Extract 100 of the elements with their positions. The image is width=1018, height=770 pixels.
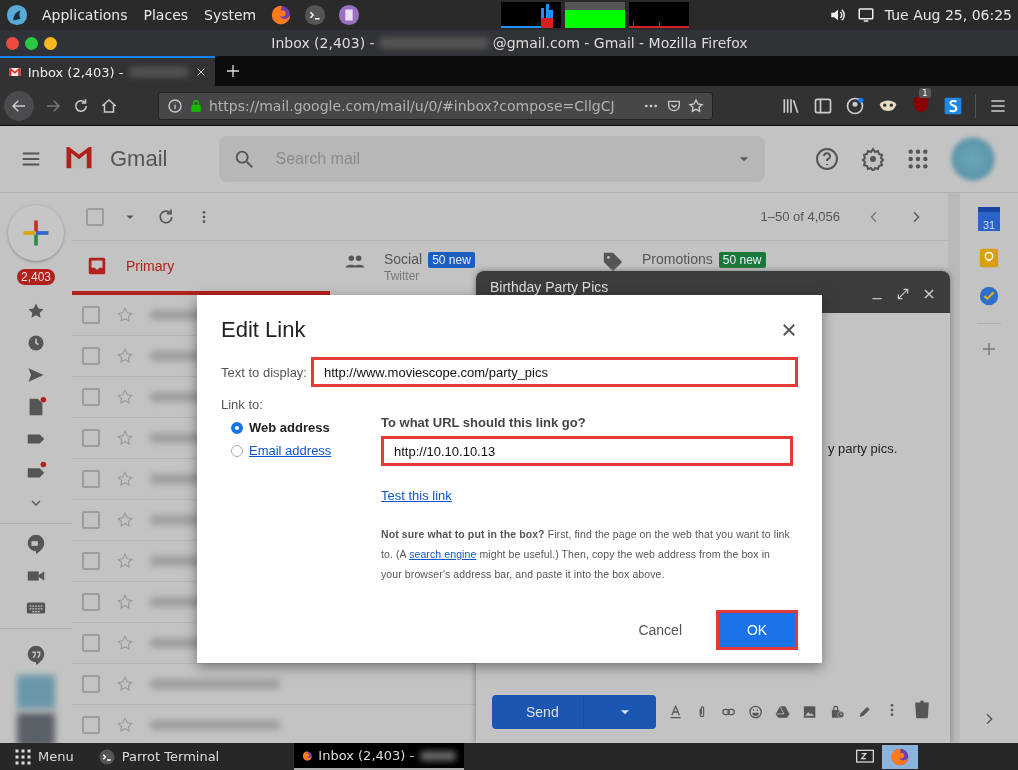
pagination-text: 1–50 of 4,056 — [760, 209, 840, 224]
minimize-button[interactable] — [44, 36, 57, 50]
star-icon[interactable] — [116, 470, 134, 488]
text-to-display-field[interactable]: http://www.moviescope.com/party_pics — [311, 357, 798, 387]
firefox-icon[interactable] — [890, 746, 910, 767]
star-icon[interactable] — [116, 593, 134, 611]
home-icon[interactable] — [100, 96, 118, 115]
search-icon[interactable] — [233, 148, 256, 170]
display-icon[interactable] — [856, 6, 875, 24]
blurred-text — [129, 67, 190, 77]
checkbox[interactable] — [82, 429, 100, 447]
start-menu-button[interactable]: Menu — [6, 743, 82, 770]
gmail-logo-text: Gmail — [110, 146, 168, 172]
new-count-badge: 50 new — [428, 252, 475, 268]
new-count-badge: 50 new — [718, 252, 766, 268]
help-icon[interactable] — [815, 147, 840, 171]
category-subtitle: Twitter — [384, 269, 421, 283]
category-label: Promotions — [642, 251, 713, 267]
grid-icon — [14, 747, 32, 766]
clock[interactable]: Tue Aug 25, 06:25 — [884, 7, 1012, 23]
radio-button[interactable] — [231, 421, 243, 434]
s-square-icon[interactable] — [943, 95, 963, 116]
blurred-text — [420, 750, 456, 761]
star-icon[interactable] — [116, 511, 134, 529]
radio-label[interactable]: Email address — [249, 443, 332, 458]
checkbox[interactable] — [82, 306, 100, 324]
notes-icon[interactable] — [338, 4, 361, 26]
account-icon[interactable] — [845, 95, 865, 116]
quote-bubble-icon[interactable] — [25, 644, 47, 666]
new-tab-icon[interactable] — [225, 63, 241, 79]
apps-grid-icon[interactable] — [907, 148, 930, 170]
radio-label[interactable]: Web address — [249, 420, 330, 435]
menu-item[interactable]: System — [202, 7, 259, 23]
category-label: Primary — [126, 258, 175, 274]
url-field[interactable]: http://10.10.10.13 — [381, 436, 793, 466]
window-title: @gmail.com - Gmail - Mozilla Firefox — [492, 35, 748, 51]
checkbox[interactable] — [82, 675, 100, 693]
taskbar-item[interactable]: Parrot Terminal — [89, 743, 286, 770]
checkbox[interactable] — [82, 634, 100, 652]
checkbox[interactable] — [82, 552, 100, 570]
star-icon[interactable] — [116, 634, 134, 652]
close-icon[interactable] — [922, 287, 936, 301]
star-icon[interactable] — [116, 429, 134, 447]
trash-icon[interactable] — [912, 699, 932, 721]
parrot-logo-icon[interactable] — [6, 4, 28, 26]
menu-item[interactable]: Places — [141, 7, 191, 23]
settings-icon[interactable] — [861, 147, 886, 171]
compose-button[interactable] — [8, 205, 64, 261]
star-icon[interactable] — [116, 716, 134, 734]
back-button[interactable] — [4, 90, 34, 121]
address-bar[interactable]: https://mail.google.com/mail/u/0/#inbox?compose=CllgCJ — [158, 91, 713, 120]
checkbox[interactable] — [82, 511, 100, 529]
checkbox[interactable] — [82, 388, 100, 406]
ok-button[interactable]: OK — [716, 610, 798, 650]
reload-icon[interactable] — [72, 96, 90, 115]
menu-item[interactable]: Applications — [40, 7, 130, 23]
search-engine-link[interactable]: search engine — [409, 548, 477, 560]
category-tab[interactable]: Promotions 50 new — [588, 241, 766, 273]
plus-icon — [21, 218, 51, 248]
firefox-icon[interactable] — [270, 4, 293, 26]
star-icon[interactable] — [116, 306, 134, 324]
close-icon[interactable] — [780, 321, 798, 339]
test-link[interactable]: Test this link — [381, 488, 452, 503]
checkbox[interactable] — [82, 593, 100, 611]
checkbox[interactable] — [82, 470, 100, 488]
tag-icon — [602, 251, 624, 273]
tasks-icon[interactable] — [978, 285, 1000, 307]
select-all-checkbox[interactable] — [86, 207, 104, 226]
chat-bubble-icon[interactable] — [25, 533, 47, 555]
star-icon[interactable] — [116, 347, 134, 365]
checkbox[interactable] — [82, 716, 100, 734]
send-button[interactable]: Send — [492, 695, 656, 729]
clock-icon[interactable] — [26, 333, 46, 353]
star-icon[interactable] — [116, 675, 134, 693]
window-title: Inbox (2,403) - — [271, 35, 375, 51]
calendar-icon[interactable]: 31 — [978, 207, 1000, 231]
maximize-button[interactable] — [25, 36, 38, 50]
checkbox[interactable] — [82, 347, 100, 365]
star-icon[interactable] — [116, 552, 134, 570]
contact-photo — [17, 675, 55, 709]
help-text: Not sure what to put in the box? First, find the page on the web that you want to link to. (A search engine might be useful.) Then, copy the web address from the box in your browser's address bar, and paste it into the box above. — [381, 527, 791, 582]
field-label: To what URL should this link go? — [381, 415, 587, 430]
addon-badge: 1 — [919, 87, 931, 98]
network-graph-drawing — [628, 2, 689, 28]
lightbulb-icon[interactable] — [978, 247, 1000, 269]
inbox-icon — [86, 255, 108, 277]
contact-photo — [17, 713, 55, 743]
message-body-text: y party pics. — [828, 441, 899, 456]
cancel-button[interactable]: Cancel — [626, 610, 694, 650]
star-icon[interactable] — [26, 301, 46, 321]
taskbar-item[interactable]: Inbox (2,403) - — [293, 743, 464, 770]
browser-tab[interactable]: Inbox (2,403) - — [0, 56, 215, 86]
expand-icon[interactable] — [896, 287, 910, 301]
category-tab[interactable]: Social 50 new Twitter — [330, 241, 475, 283]
terminal-icon[interactable] — [304, 4, 327, 26]
close-button[interactable] — [6, 36, 19, 50]
field-label: Text to display: — [221, 364, 307, 380]
compose-subject-title: Birthday Party Pics — [490, 279, 609, 295]
terminal-icon — [97, 747, 116, 766]
star-icon[interactable] — [116, 388, 134, 406]
